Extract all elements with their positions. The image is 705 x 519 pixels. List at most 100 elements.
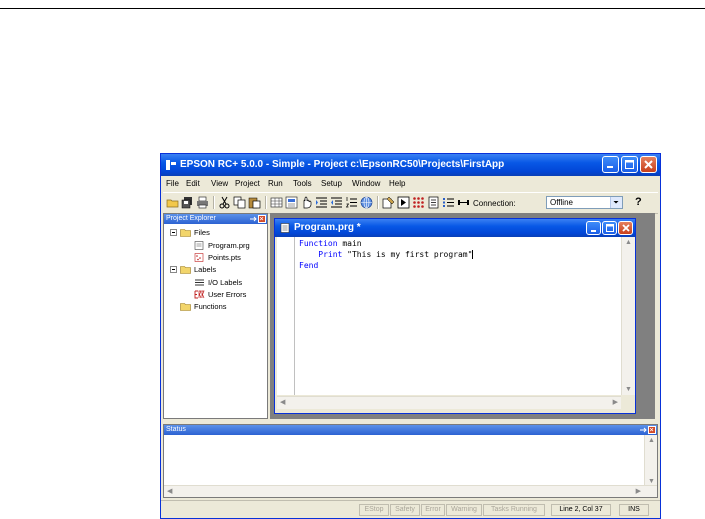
maximize-icon bbox=[625, 160, 634, 169]
menu-setup[interactable]: Setup bbox=[321, 179, 342, 188]
run-window-button[interactable] bbox=[397, 196, 410, 209]
save-all-icon bbox=[181, 197, 192, 209]
pane-close-icon[interactable] bbox=[648, 426, 656, 434]
scissors-icon bbox=[219, 196, 230, 209]
menu-run[interactable]: Run bbox=[268, 179, 283, 188]
panel-icon bbox=[285, 196, 298, 209]
globe-icon bbox=[360, 196, 373, 209]
robot-manager-button[interactable] bbox=[285, 196, 298, 209]
tree-node-functions[interactable]: Functions bbox=[194, 302, 227, 311]
close-icon bbox=[622, 224, 630, 232]
cut-button[interactable] bbox=[218, 196, 231, 209]
tree-node-points[interactable]: Points.pts bbox=[208, 253, 241, 262]
maximize-icon bbox=[606, 224, 614, 232]
build-button[interactable] bbox=[382, 196, 395, 209]
web-button[interactable] bbox=[360, 196, 373, 209]
menu-project[interactable]: Project bbox=[235, 179, 260, 188]
pin-icon[interactable] bbox=[639, 426, 647, 434]
tree-node-io-labels[interactable]: I/O Labels bbox=[208, 278, 242, 287]
tree-node-program[interactable]: Program.prg bbox=[208, 241, 250, 250]
text-caret bbox=[472, 250, 474, 259]
collapse-icon[interactable] bbox=[170, 229, 177, 236]
status-pane-header: Status bbox=[164, 425, 657, 435]
editor-titlebar[interactable]: Program.prg * bbox=[275, 219, 635, 237]
editor-close-button[interactable] bbox=[618, 221, 633, 235]
copy-button[interactable] bbox=[233, 196, 246, 209]
menu-edit[interactable]: Edit bbox=[186, 179, 200, 188]
tree-node-labels[interactable]: Labels bbox=[194, 265, 216, 274]
window-titlebar[interactable]: EPSON RC+ 5.0.0 - Simple - Project c:\Ep… bbox=[161, 154, 660, 176]
scroll-up-icon[interactable]: ▲ bbox=[648, 437, 655, 444]
status-warning: Warning bbox=[446, 504, 482, 516]
outdent-button[interactable] bbox=[330, 196, 343, 209]
print-button[interactable] bbox=[196, 196, 209, 209]
tree-node-user-errors[interactable]: User Errors bbox=[208, 290, 246, 299]
open-button[interactable] bbox=[166, 196, 179, 209]
code-text[interactable]: Function main Print "This is my first pr… bbox=[299, 238, 474, 271]
toolbar-separator bbox=[213, 196, 215, 209]
page-top-rule bbox=[0, 8, 705, 9]
status-horizontal-scrollbar[interactable]: ◀ ▶ bbox=[164, 485, 657, 497]
editor-maximize-button[interactable] bbox=[602, 221, 617, 235]
folder-icon bbox=[180, 229, 191, 237]
paste-button[interactable] bbox=[248, 196, 261, 209]
dropdown-arrow[interactable] bbox=[610, 197, 622, 208]
project-explorer: Project Explorer Files Program.prg Point… bbox=[163, 213, 268, 419]
scroll-down-icon[interactable]: ▼ bbox=[648, 478, 655, 485]
editor-horizontal-scrollbar[interactable]: ◀ ▶ bbox=[277, 396, 621, 409]
help-button[interactable]: ? bbox=[635, 196, 642, 208]
editor-minimize-button[interactable] bbox=[586, 221, 601, 235]
io-monitor-button[interactable] bbox=[270, 196, 283, 209]
list-button[interactable] bbox=[442, 196, 455, 209]
io-button[interactable] bbox=[427, 196, 440, 209]
collapse-icon[interactable] bbox=[170, 266, 177, 273]
scroll-left-icon[interactable]: ◀ bbox=[280, 398, 285, 406]
menu-tools[interactable]: Tools bbox=[293, 179, 312, 188]
program-file-icon bbox=[194, 241, 204, 250]
editor-title: Program.prg * bbox=[294, 222, 361, 233]
menu-view[interactable]: View bbox=[211, 179, 228, 188]
scroll-down-icon[interactable]: ▼ bbox=[625, 386, 632, 393]
menu-window[interactable]: Window bbox=[352, 179, 380, 188]
minimize-button[interactable] bbox=[602, 156, 619, 173]
window-title: EPSON RC+ 5.0.0 - Simple - Project c:\Ep… bbox=[180, 159, 505, 170]
folder-icon bbox=[180, 266, 191, 274]
menu-help[interactable]: Help bbox=[389, 179, 405, 188]
status-bar: EStop Safety Error Warning Tasks Running… bbox=[161, 500, 660, 518]
status-vertical-scrollbar[interactable]: ▲ ▼ bbox=[644, 435, 657, 487]
main-window: EPSON RC+ 5.0.0 - Simple - Project c:\Ep… bbox=[160, 153, 661, 519]
status-pane: Status ▲ ▼ ◀ ▶ bbox=[163, 424, 658, 498]
minimize-icon bbox=[591, 230, 596, 232]
scroll-up-icon[interactable]: ▲ bbox=[625, 239, 632, 246]
code-editor[interactable]: Function main Print "This is my first pr… bbox=[277, 237, 621, 395]
connection-icon-button[interactable] bbox=[457, 196, 470, 209]
pane-close-icon[interactable] bbox=[258, 215, 266, 223]
save-all-button[interactable] bbox=[181, 196, 194, 209]
copy-icon bbox=[233, 196, 246, 209]
outdent-icon bbox=[331, 197, 342, 208]
connection-label: Connection: bbox=[473, 199, 516, 208]
maximize-button[interactable] bbox=[621, 156, 638, 173]
indent-button[interactable] bbox=[315, 196, 328, 209]
task-manager-button[interactable] bbox=[412, 196, 425, 209]
indent-icon bbox=[316, 197, 327, 208]
keyword-fend: Fend bbox=[299, 261, 319, 270]
paste-icon bbox=[248, 197, 261, 209]
editor-window: Program.prg * Function main Print "This … bbox=[274, 218, 636, 414]
scroll-right-icon[interactable]: ▶ bbox=[636, 487, 641, 495]
keyword-print: Print bbox=[318, 250, 343, 259]
io-labels-icon bbox=[195, 279, 204, 286]
scroll-left-icon[interactable]: ◀ bbox=[167, 487, 172, 495]
tree-node-files[interactable]: Files bbox=[194, 228, 210, 237]
editor-vertical-scrollbar[interactable]: ▲ ▼ bbox=[621, 237, 635, 395]
close-button[interactable] bbox=[640, 156, 657, 173]
jog-teach-button[interactable] bbox=[300, 196, 313, 209]
pin-icon[interactable] bbox=[249, 215, 257, 223]
connection-select[interactable]: Offline bbox=[546, 196, 623, 209]
scroll-right-icon[interactable]: ▶ bbox=[613, 398, 618, 406]
status-pane-title: Status bbox=[166, 426, 186, 433]
line-numbers-button[interactable] bbox=[345, 196, 358, 209]
menu-file[interactable]: File bbox=[166, 179, 179, 188]
printer-icon bbox=[197, 196, 208, 209]
project-explorer-header: Project Explorer bbox=[164, 214, 267, 224]
